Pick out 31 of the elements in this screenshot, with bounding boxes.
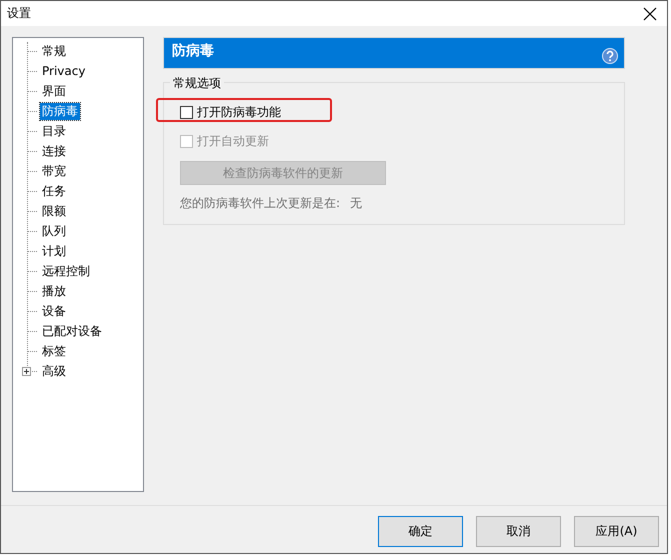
expand-icon[interactable] bbox=[22, 367, 31, 376]
dialog-button[interactable]: 应用(A) bbox=[574, 516, 659, 547]
checkbox-label: 打开自动更新 bbox=[197, 132, 269, 150]
panel-title: 防病毒 bbox=[172, 42, 214, 60]
tree-item[interactable]: 远程控制 bbox=[40, 262, 92, 280]
close-icon[interactable] bbox=[643, 6, 657, 20]
group-title: 常规选项 bbox=[170, 75, 224, 92]
dialog-button[interactable]: 取消 bbox=[476, 516, 561, 547]
checkbox-label: 打开防病毒功能 bbox=[197, 104, 281, 120]
tree-item[interactable]: 防病毒 bbox=[40, 102, 80, 120]
tree-item[interactable]: 带宽 bbox=[40, 162, 68, 180]
window-title: 设置 bbox=[7, 5, 31, 22]
last-update-value: 无 bbox=[350, 195, 362, 212]
tree-item[interactable]: 界面 bbox=[40, 82, 68, 100]
dialog-button[interactable]: 确定 bbox=[378, 516, 463, 547]
tree-item[interactable]: 标签 bbox=[40, 342, 68, 360]
checkbox[interactable] bbox=[180, 106, 193, 118]
tree-item[interactable]: 设备 bbox=[40, 302, 68, 320]
tree-item[interactable]: 队列 bbox=[40, 222, 68, 240]
tree-item[interactable]: 常规 bbox=[40, 42, 68, 60]
tree-item[interactable]: 高级 bbox=[40, 362, 68, 380]
tree-item[interactable]: 限额 bbox=[40, 202, 68, 220]
tree-item[interactable]: 连接 bbox=[40, 142, 68, 160]
tree-item[interactable]: 已配对设备 bbox=[40, 322, 104, 340]
last-update-label: 您的防病毒软件上次更新是在: bbox=[180, 195, 340, 212]
tree-item[interactable]: 计划 bbox=[40, 242, 68, 260]
help-icon[interactable] bbox=[602, 48, 618, 64]
tree-item[interactable]: 任务 bbox=[40, 182, 68, 200]
tree-item[interactable]: Privacy bbox=[40, 62, 88, 80]
tree-item[interactable]: 播放 bbox=[40, 282, 68, 300]
tree-item[interactable]: 目录 bbox=[40, 122, 68, 140]
